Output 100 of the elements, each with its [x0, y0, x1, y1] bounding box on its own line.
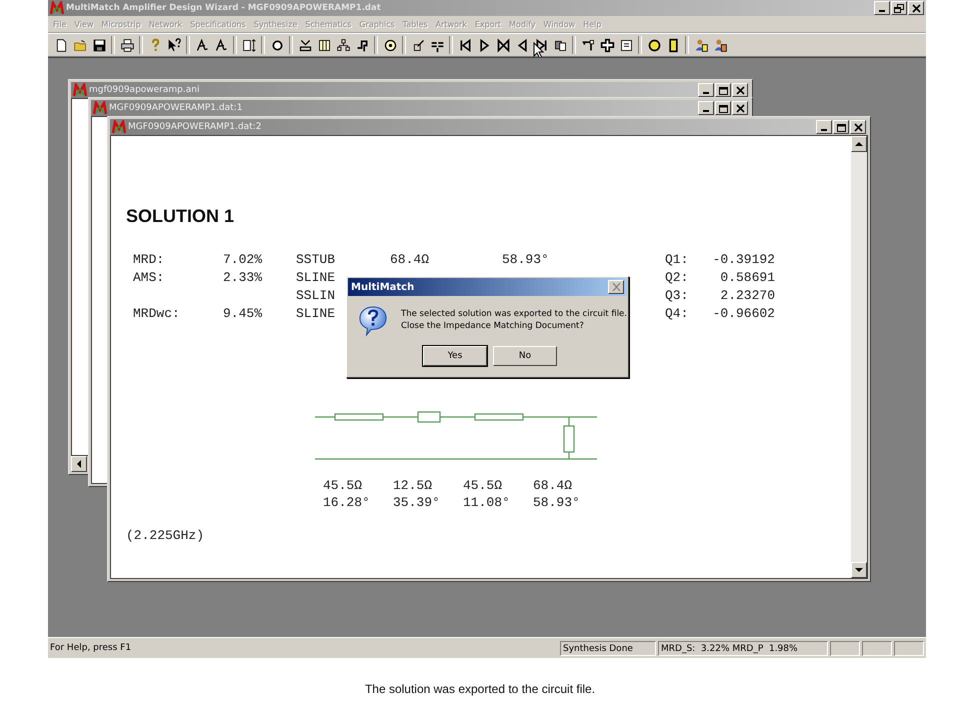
app-logo-icon — [50, 1, 64, 15]
vertical-scrollbar[interactable] — [851, 136, 867, 578]
circle-icon[interactable] — [270, 38, 285, 52]
minimize-button[interactable] — [816, 120, 832, 134]
close-button[interactable] — [850, 120, 866, 134]
minimize-button[interactable] — [698, 101, 714, 115]
maximize-icon — [718, 104, 728, 112]
printer-icon[interactable] — [120, 38, 135, 52]
status-pane: Synthesis Done — [560, 640, 656, 656]
pen-stroke-icon[interactable] — [195, 38, 210, 52]
close-icon — [735, 86, 745, 94]
disc-icon[interactable] — [647, 38, 662, 52]
solution-heading: SOLUTION 1 — [126, 206, 236, 227]
angle-value: 35.39° — [393, 494, 441, 511]
window-title: MGF0909APOWERAMP1.dat:2 — [128, 122, 262, 132]
app-logo-icon — [112, 120, 126, 134]
q-label: Q1: — [665, 252, 688, 267]
dialog-button[interactable]: Yes — [423, 346, 487, 366]
minimize-button[interactable] — [698, 83, 714, 97]
window-title: MGF0909APOWERAMP1.dat:1 — [109, 103, 244, 113]
angle-value: 58.93° — [533, 494, 581, 511]
element-type: SSLIN — [296, 288, 336, 303]
up-arrow-icon — [855, 141, 863, 147]
minimize-icon — [821, 129, 827, 131]
metric-value: 9.45% — [222, 306, 262, 321]
help-pointer-icon[interactable] — [167, 38, 182, 52]
q-value: 2.23270 — [720, 288, 775, 303]
close-button[interactable] — [732, 83, 748, 97]
scroll-down-button[interactable] — [851, 562, 867, 578]
restore-icon — [894, 4, 904, 12]
tray-icon[interactable] — [298, 38, 313, 52]
status-pane: MRD_S: 3.22% MRD_P 1.98% — [658, 640, 828, 656]
dialog-button[interactable]: No — [493, 346, 557, 366]
maximize-button[interactable] — [833, 120, 849, 134]
close-icon — [612, 283, 620, 291]
q-label: Q2: — [665, 270, 688, 285]
minimize-icon — [703, 92, 709, 94]
target-icon[interactable] — [383, 38, 398, 52]
q-value: -0.39192 — [712, 252, 775, 267]
close-button[interactable] — [732, 101, 748, 115]
element-type: SSTUB — [296, 252, 336, 267]
dialog-message: The selected solution was exported to the circuit file. Close the Impedance Matching Document? — [401, 308, 627, 332]
left-arrow-icon — [75, 460, 83, 468]
metric-value: 2.33% — [222, 270, 262, 285]
frame-resize-icon[interactable] — [242, 38, 257, 52]
impedance-value: 45.5Ω — [463, 477, 504, 494]
impedance-value: 68.4Ω — [533, 477, 574, 494]
impedance-value: 12.5Ω — [393, 477, 434, 494]
maximize-button[interactable] — [715, 101, 731, 115]
dialog-title: MultiMatch — [351, 282, 416, 292]
caption-text: The solution was exported to the circuit file. — [364, 682, 596, 696]
maximize-icon — [718, 86, 728, 94]
panel-icon[interactable] — [619, 38, 634, 52]
scroll-left-button[interactable] — [71, 456, 87, 472]
frequency-text: (2.225GHz) — [126, 527, 206, 544]
user-document-icon[interactable] — [694, 38, 709, 52]
status-text: For Help, press F1 — [50, 643, 132, 653]
user-document-icon[interactable] — [713, 38, 728, 52]
folder-icon[interactable] — [73, 38, 88, 52]
skip-forward-icon[interactable] — [534, 38, 549, 52]
close-button[interactable] — [908, 1, 924, 15]
pipe-icon[interactable] — [581, 38, 596, 52]
app-logo-icon — [93, 101, 107, 115]
scroll-up-button[interactable] — [851, 136, 867, 152]
document-icon[interactable] — [54, 38, 69, 52]
tree-icon[interactable] — [336, 38, 351, 52]
q-label: Q4: — [665, 306, 688, 321]
angle-value: 11.08° — [463, 494, 511, 511]
minimize-button[interactable] — [874, 1, 890, 15]
impedance-value: 45.5Ω — [323, 477, 364, 494]
q-value: 0.58691 — [720, 270, 775, 285]
down-arrow-icon — [855, 567, 863, 573]
grid-icon[interactable] — [317, 38, 332, 52]
app-logo-icon — [73, 83, 87, 97]
maximize-icon — [836, 122, 846, 132]
close-icon — [735, 104, 745, 112]
window-title: MultiMatch Amplifier Design Wizard - MGF0909APOWERAMP1.dat — [66, 3, 382, 13]
metric-label: MRD: — [133, 252, 164, 267]
angle-value: 58.93° — [502, 252, 549, 267]
skip-back-icon[interactable] — [458, 38, 473, 52]
pen-stroke-icon[interactable] — [214, 38, 229, 52]
probe-icon[interactable] — [411, 38, 426, 52]
close-icon — [853, 122, 863, 132]
question-bubble-icon — [359, 305, 388, 337]
cross-shape-icon[interactable] — [600, 38, 615, 52]
minimize-icon — [703, 110, 709, 112]
close-button[interactable] — [608, 280, 624, 294]
bowtie-icon[interactable] — [496, 38, 511, 52]
maximize-button[interactable] — [715, 83, 731, 97]
metric-label: AMS: — [133, 270, 164, 285]
status-pane — [830, 640, 860, 656]
restore-button[interactable] — [891, 1, 907, 15]
element-type: SLINE — [296, 306, 336, 321]
metric-label: MRDwc: — [133, 306, 180, 321]
minimize-icon — [879, 10, 885, 12]
bracket-icon[interactable] — [355, 38, 370, 52]
q-value: -0.96602 — [712, 306, 775, 321]
window-title: mgf0909apoweramp.ani — [89, 85, 200, 95]
impedance-value: 68.4Ω — [390, 252, 430, 267]
element-type: SLINE — [296, 270, 336, 285]
